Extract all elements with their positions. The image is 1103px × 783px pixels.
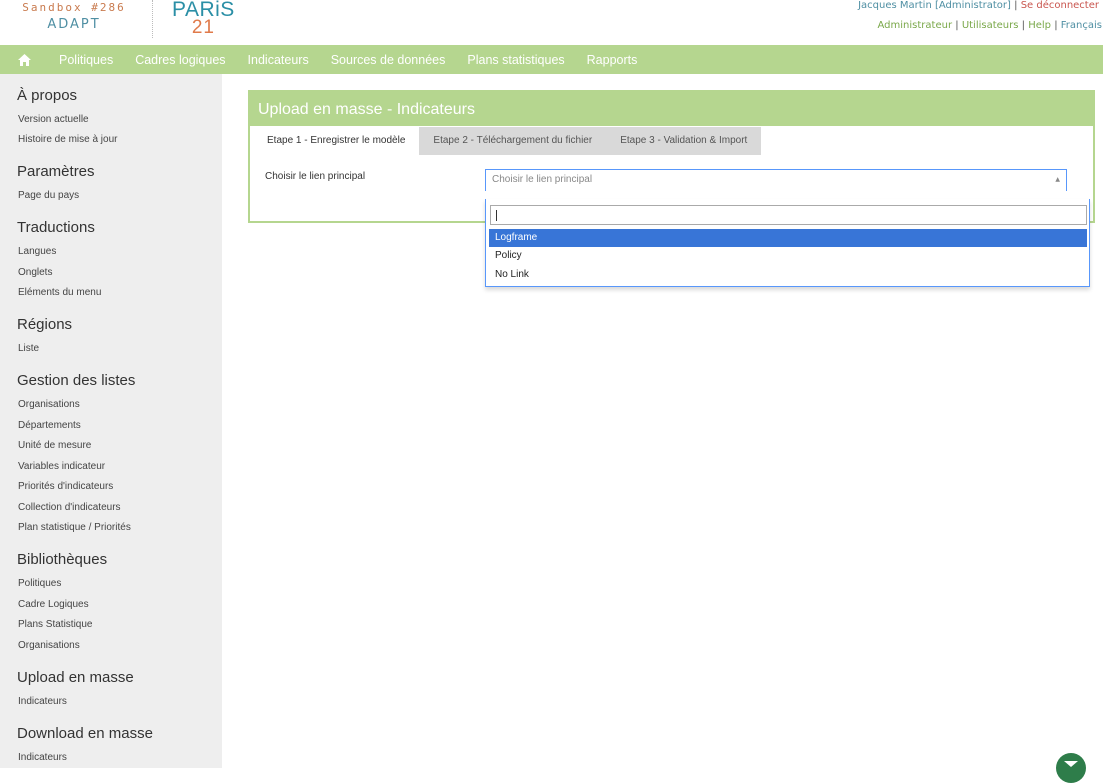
language-link[interactable]: Français xyxy=(1061,20,1102,31)
sidebar-section-title: Download en masse xyxy=(17,725,153,742)
user-link[interactable]: Jacques Martin [Administrator] xyxy=(858,0,1011,11)
help-link[interactable]: Help xyxy=(1028,20,1051,31)
sidebar-link[interactable]: Page du pays xyxy=(18,190,79,201)
tab-step-3[interactable]: Etape 3 - Validation & Import xyxy=(606,127,762,155)
sidebar-link[interactable]: Langues xyxy=(18,246,56,257)
adapt-label: ADAPT xyxy=(47,17,101,32)
panel-title: Upload en masse - Indicateurs xyxy=(250,92,1093,126)
sidebar-link[interactable]: Liste xyxy=(18,343,39,354)
select-dropdown: Logframe Policy No Link xyxy=(485,199,1090,287)
sidebar-link[interactable]: Priorités d'indicateurs xyxy=(18,481,113,492)
main-link-label: Choisir le lien principal xyxy=(265,171,366,182)
nav-cadres-logiques[interactable]: Cadres logiques xyxy=(124,53,236,67)
option-logframe[interactable]: Logframe xyxy=(489,229,1087,247)
nav-sources-de-donnees[interactable]: Sources de données xyxy=(320,53,457,67)
mail-button[interactable] xyxy=(1056,753,1086,783)
sidebar-link[interactable]: Départements xyxy=(18,420,81,431)
sidebar-section-title: Bibliothèques xyxy=(17,551,108,568)
main-link-select[interactable]: Choisir le lien principal ▲ xyxy=(485,169,1067,191)
sidebar-link[interactable]: Version actuelle xyxy=(18,114,89,125)
sandbox-label: Sandbox #286 xyxy=(22,1,126,14)
sidebar-link[interactable]: Plan statistique / Priorités xyxy=(18,522,131,533)
logout-link[interactable]: Se déconnecter xyxy=(1021,0,1099,11)
tab-step-2[interactable]: Etape 2 - Téléchargement du fichier xyxy=(419,127,607,155)
main-nav: Politiques Cadres logiques Indicateurs S… xyxy=(0,45,1103,74)
text-caret xyxy=(496,210,497,221)
sidebar-link[interactable]: Unité de mesure xyxy=(18,440,91,451)
sidebar-link[interactable]: Collection d'indicateurs xyxy=(18,502,121,513)
sidebar-link[interactable]: Cadre Logiques xyxy=(18,599,89,610)
sidebar-link[interactable]: Indicateurs xyxy=(18,696,67,707)
admin-links: Administrateur | Utilisateurs | Help | F… xyxy=(877,20,1102,31)
select-placeholder: Choisir le lien principal xyxy=(492,174,593,185)
sidebar-link[interactable]: Onglets xyxy=(18,267,52,278)
sidebar-section-title: Régions xyxy=(17,316,73,333)
sidebar-link[interactable]: Organisations xyxy=(18,640,80,651)
sidebar-section-title: Paramètres xyxy=(17,163,95,180)
chevron-up-icon: ▲ xyxy=(1055,176,1060,183)
sidebar-link[interactable]: Indicateurs xyxy=(18,752,67,763)
sidebar-section-title: Upload en masse xyxy=(17,669,134,686)
nav-home[interactable] xyxy=(0,45,48,74)
sidebar-section-title: Traductions xyxy=(17,219,95,236)
sidebar-link[interactable]: Histoire de mise à jour xyxy=(18,134,117,145)
sidebar: À propos Version actuelle Histoire de mi… xyxy=(0,74,222,768)
dropdown-search-input[interactable] xyxy=(490,205,1087,225)
home-icon xyxy=(17,53,31,66)
mail-icon xyxy=(1064,761,1078,767)
tab-step-1[interactable]: Etape 1 - Enregistrer le modèle xyxy=(253,127,420,155)
nav-indicateurs[interactable]: Indicateurs xyxy=(237,53,320,67)
admin-link[interactable]: Administrateur xyxy=(878,20,953,31)
nav-rapports[interactable]: Rapports xyxy=(576,53,649,67)
nav-plans-statistiques[interactable]: Plans statistiques xyxy=(456,53,575,67)
nav-politiques[interactable]: Politiques xyxy=(48,53,124,67)
option-policy[interactable]: Policy xyxy=(489,247,1087,265)
sidebar-section-title: À propos xyxy=(17,87,78,104)
sidebar-link[interactable]: Organisations xyxy=(18,399,80,410)
header: Sandbox #286 ADAPT PARiS 21 Jacques Mart… xyxy=(0,0,1103,45)
adapt-logo[interactable]: Sandbox #286 ADAPT xyxy=(14,0,134,32)
sidebar-link[interactable]: Plans Statistique xyxy=(18,619,93,630)
sidebar-section-title: Gestion des listes xyxy=(17,372,136,389)
user-line: Jacques Martin [Administrator] | Se déco… xyxy=(858,0,1099,11)
option-no-link[interactable]: No Link xyxy=(489,266,1087,284)
users-link[interactable]: Utilisateurs xyxy=(962,20,1019,31)
sidebar-link[interactable]: Politiques xyxy=(18,578,61,589)
paris21-logo: PARiS 21 xyxy=(172,0,235,39)
logo-divider xyxy=(152,0,153,38)
sidebar-link[interactable]: Variables indicateur xyxy=(18,461,105,472)
step-tabs: Etape 1 - Enregistrer le modèle Etape 2 … xyxy=(253,127,762,155)
sidebar-link[interactable]: Eléments du menu xyxy=(18,287,101,298)
